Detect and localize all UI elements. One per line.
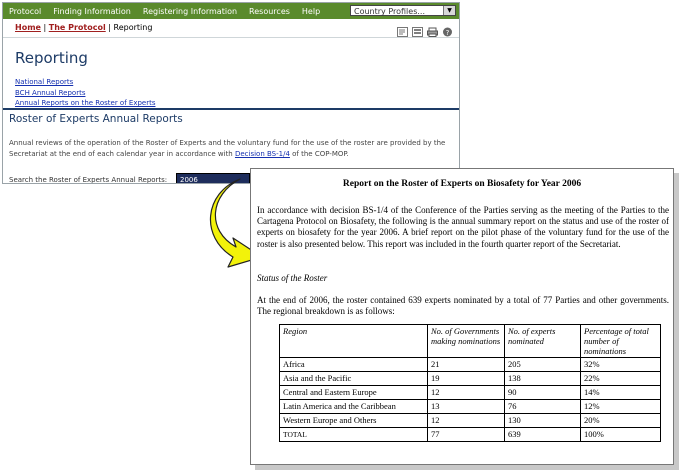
status-text: At the end of 2006, the roster contained… — [257, 295, 669, 316]
text-size-large-icon[interactable] — [412, 22, 423, 37]
header-region: Region — [279, 324, 428, 358]
cell-experts: 90 — [504, 385, 581, 400]
report-title: Report on the Roster of Experts on Biosa… — [342, 179, 582, 189]
breadcrumb-separator: | — [108, 23, 111, 32]
breadcrumb-current: Reporting — [113, 23, 153, 32]
table-row: Latin America and the Caribbean 13 76 12… — [279, 399, 661, 414]
cell-region: Latin America and the Caribbean — [279, 399, 428, 414]
cell-governments: 21 — [427, 357, 505, 372]
link-bch-annual-reports[interactable]: BCH Annual Reports — [15, 89, 85, 97]
table-row: Central and Eastern Europe 12 90 14% — [279, 385, 661, 400]
header-governments: No. of Governments making nominations — [427, 324, 505, 358]
nav-resources[interactable]: Resources — [249, 7, 290, 16]
svg-text:?: ? — [446, 29, 450, 37]
text-size-icon[interactable] — [397, 22, 408, 37]
print-icon[interactable] — [427, 22, 438, 37]
nav-finding-information[interactable]: Finding Information — [53, 7, 131, 16]
section-title: Roster of Experts Annual Reports — [9, 113, 183, 125]
breadcrumb-protocol[interactable]: The Protocol — [49, 23, 106, 32]
breadcrumb-bar: Home | The Protocol | Reporting ? — [3, 19, 459, 38]
table-row: Africa 21 205 32% — [279, 357, 661, 372]
cell-region: Africa — [279, 357, 428, 372]
cell-experts: 205 — [504, 357, 581, 372]
status-heading: Status of the Roster — [257, 273, 328, 283]
table-row: Asia and the Pacific 19 138 22% — [279, 371, 661, 386]
breadcrumb-home[interactable]: Home — [15, 23, 41, 32]
help-icon[interactable]: ? — [442, 22, 453, 37]
cell-governments: 13 — [427, 399, 505, 414]
decision-link[interactable]: Decision BS-1/4 — [235, 150, 290, 158]
cell-governments: 12 — [427, 385, 505, 400]
country-select-value: Country Profiles... — [354, 7, 425, 16]
cell-experts: 76 — [504, 399, 581, 414]
regional-breakdown-table: Region No. of Governments making nominat… — [279, 324, 661, 442]
cell-experts: 130 — [504, 413, 581, 428]
table-header-row: Region No. of Governments making nominat… — [279, 324, 661, 358]
chevron-down-icon[interactable]: ▼ — [443, 6, 455, 15]
cell-region: Asia and the Pacific — [279, 371, 428, 386]
nav-registering-information[interactable]: Registering Information — [143, 7, 237, 16]
table-row: Western Europe and Others 12 130 20% — [279, 413, 661, 428]
cell-percentage: 32% — [580, 357, 661, 372]
section-description: Annual reviews of the operation of the R… — [9, 138, 457, 160]
description-text: Annual reviews of the operation of the R… — [9, 139, 446, 158]
link-national-reports[interactable]: National Reports — [15, 78, 73, 86]
cell-governments: 77 — [427, 427, 505, 442]
reporting-webpage: Protocol Finding Information Registering… — [2, 2, 460, 184]
report-document: Report on the Roster of Experts on Biosa… — [250, 168, 674, 465]
cell-region: Western Europe and Others — [279, 413, 428, 428]
cell-governments: 19 — [427, 371, 505, 386]
search-label: Search the Roster of Experts Annual Repo… — [9, 176, 168, 184]
table-total-row: TOTAL 77 639 100% — [279, 427, 661, 442]
main-nav-bar: Protocol Finding Information Registering… — [3, 3, 459, 19]
country-profiles-select[interactable]: Country Profiles... ▼ — [350, 5, 456, 16]
nav-protocol[interactable]: Protocol — [9, 7, 41, 16]
nav-help[interactable]: Help — [302, 7, 320, 16]
breadcrumb: Home | The Protocol | Reporting — [15, 23, 152, 32]
header-percentage: Percentage of total number of nomination… — [580, 324, 661, 358]
link-roster-annual-reports[interactable]: Annual Reports on the Roster of Experts — [15, 99, 155, 107]
cell-experts: 138 — [504, 371, 581, 386]
header-experts: No. of experts nominated — [504, 324, 581, 358]
description-text-end: of the COP-MOP. — [289, 150, 349, 158]
report-intro: In accordance with decision BS-1/4 of th… — [257, 205, 669, 249]
section-header: Roster of Experts Annual Reports — [3, 108, 459, 128]
cell-percentage: 22% — [580, 371, 661, 386]
page-title: Reporting — [15, 49, 88, 67]
cell-percentage: 12% — [580, 399, 661, 414]
cell-percentage: 100% — [580, 427, 661, 442]
cell-percentage: 14% — [580, 385, 661, 400]
cell-region: Central and Eastern Europe — [279, 385, 428, 400]
page-tools: ? — [397, 22, 453, 37]
cell-region: TOTAL — [279, 427, 428, 442]
cell-percentage: 20% — [580, 413, 661, 428]
cell-experts: 639 — [504, 427, 581, 442]
breadcrumb-separator: | — [43, 23, 47, 32]
cell-governments: 12 — [427, 413, 505, 428]
